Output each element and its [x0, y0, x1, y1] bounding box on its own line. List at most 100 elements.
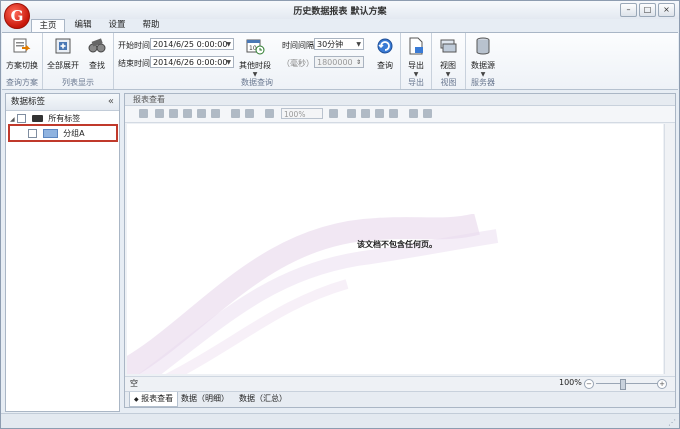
other-period-label: 其他时段 [239, 61, 271, 70]
report-bottom-tabs: ◆ 报表查看 数据（明细） 数据（汇总） [125, 391, 675, 407]
next-page-icon[interactable] [375, 109, 384, 118]
window-status-bar: ⋰ [1, 413, 679, 428]
find-button[interactable]: 查找 [83, 36, 111, 71]
title-bar: 历史数据报表 默认方案 – □ × [1, 1, 679, 19]
refresh-icon [377, 38, 393, 54]
tree-item-label: 所有标签 [48, 114, 81, 123]
zoom-in-icon[interactable] [329, 109, 338, 118]
data-tags-panel: 数据标签 « ◢ 所有标签 分组A [5, 93, 120, 412]
group-scheme-caption: 查询方案 [6, 78, 38, 87]
find-label: 查找 [89, 61, 105, 70]
end-time-value: 2014/6/26 0:00:00 [153, 58, 228, 67]
scheme-switch-button[interactable]: 方案切换 [5, 36, 39, 71]
data-tags-title: 数据标签 [11, 97, 46, 107]
milliseconds-value: 1800000 [317, 58, 353, 67]
group-view: 视图 ▼ 视图 [432, 33, 466, 89]
binoculars-icon[interactable] [139, 109, 148, 118]
page-setup-icon[interactable] [197, 109, 206, 118]
report-toolbar: 100% [125, 106, 675, 123]
previous-page-icon[interactable] [361, 109, 370, 118]
tab-settings[interactable]: 设置 [105, 19, 129, 32]
expand-all-button[interactable]: 全部展开 [45, 36, 81, 71]
resize-grip-icon[interactable]: ⋰ [668, 418, 676, 427]
app-window: 历史数据报表 默认方案 – □ × G 主页 编辑 设置 帮助 方案切换 查询方… [0, 0, 680, 429]
scheme-switch-icon [13, 38, 31, 53]
zoom-in-button[interactable]: + [657, 379, 667, 389]
status-page-text: 空 [130, 379, 138, 388]
tab-help[interactable]: 帮助 [139, 19, 163, 32]
interval-value: 30分钟 [317, 40, 344, 49]
first-page-icon[interactable] [347, 109, 356, 118]
quick-print-icon[interactable] [183, 109, 192, 118]
database-icon [476, 37, 490, 55]
datasource-button[interactable]: 数据源 ▼ [469, 36, 497, 78]
report-status-bar: 空 100% − + [125, 376, 675, 391]
tab-report-view[interactable]: ◆ 报表查看 [129, 392, 179, 407]
stepper-arrows-icon: ⇕ [355, 59, 361, 66]
interval-select[interactable]: 30分钟 ▼ [314, 38, 364, 50]
binoculars-icon [88, 38, 106, 53]
data-tags-header: 数据标签 « [6, 94, 119, 111]
collapse-panel-icon[interactable]: « [108, 94, 114, 110]
interval-label: 时间间隔 [282, 41, 314, 50]
group-list-caption: 列表显示 [62, 78, 94, 87]
maximize-button[interactable]: □ [639, 3, 656, 17]
print-icon[interactable] [169, 109, 178, 118]
group-scheme: 方案切换 查询方案 [2, 33, 43, 89]
zoom-select[interactable]: 100% [281, 108, 323, 119]
group-export: 导出 ▼ 导出 [401, 33, 432, 89]
export-button[interactable]: 导出 ▼ [403, 36, 429, 78]
group-view-caption: 视图 [440, 78, 457, 87]
tab-home[interactable]: 主页 [31, 19, 65, 33]
export-document-icon [409, 37, 423, 55]
start-time-label: 开始时间 [118, 41, 150, 50]
open-icon[interactable] [155, 109, 164, 118]
minimize-button[interactable]: – [620, 3, 637, 17]
milliseconds-stepper[interactable]: 1800000 ⇕ [314, 56, 364, 68]
tab-label: 报表查看 [141, 394, 174, 403]
report-document-area[interactable]: 该文档不包含任何页。 [127, 124, 663, 374]
query-button[interactable]: 查询 [372, 36, 398, 71]
other-period-button[interactable]: 10 其他时段 ▼ [238, 36, 272, 78]
zoom-slider-track[interactable] [596, 383, 662, 384]
export-label: 导出 [408, 61, 424, 70]
view-button[interactable]: 视图 ▼ [435, 36, 461, 78]
zoom-slider-thumb[interactable] [620, 379, 626, 390]
close-button[interactable]: × [658, 3, 675, 17]
end-time-label: 结束时间 [118, 59, 150, 68]
start-time-picker[interactable]: 2014/6/25 0:00:00 ▼ [150, 38, 234, 50]
group-data-query: 开始时间 2014/6/25 0:00:00 ▼ 结束时间 2014/6/26 … [114, 33, 401, 89]
header-footer-icon[interactable] [211, 109, 220, 118]
zoom-select-value: 100% [284, 110, 306, 119]
watermark-icon[interactable] [423, 109, 432, 118]
datasource-label: 数据源 [471, 61, 495, 70]
hand-tool-icon[interactable] [231, 109, 240, 118]
group-server: 数据源 ▼ 服务器 [466, 33, 500, 89]
window-title: 历史数据报表 默认方案 [293, 7, 387, 17]
tree-expand-icon[interactable]: ◢ [10, 116, 15, 123]
zoom-out-icon[interactable] [265, 109, 274, 118]
chevron-down-icon: ▼ [226, 41, 231, 48]
view-label: 视图 [440, 61, 456, 70]
tab-edit[interactable]: 编辑 [71, 19, 95, 32]
app-logo-icon[interactable]: G [4, 3, 30, 29]
tab-bullet-icon: ◆ [134, 396, 139, 403]
ribbon: 方案切换 查询方案 全部展开 查找 列表显示 开始时间 2014/6/25 0:… [2, 32, 678, 90]
checkbox[interactable] [17, 114, 27, 123]
tab-data-detail[interactable]: 数据（明细） [177, 392, 233, 406]
zoom-out-button[interactable]: − [584, 379, 594, 389]
view-layers-icon [440, 39, 457, 53]
group-data-query-caption: 数据查询 [241, 78, 273, 87]
empty-document-message: 该文档不包含任何页。 [357, 240, 437, 249]
group-export-caption: 导出 [408, 78, 424, 87]
multi-page-icon[interactable] [409, 109, 418, 118]
group-list: 全部展开 查找 列表显示 [43, 33, 114, 89]
magnifier-icon[interactable] [245, 109, 254, 118]
vertical-scrollbar[interactable] [664, 124, 674, 374]
tab-data-summary[interactable]: 数据（汇总） [235, 392, 291, 406]
tag-folder-icon [31, 115, 43, 122]
end-time-picker[interactable]: 2014/6/26 0:00:00 ▼ [150, 56, 234, 68]
panel-splitter[interactable] [119, 93, 123, 410]
last-page-icon[interactable] [389, 109, 398, 118]
chevron-down-icon: ▼ [226, 59, 231, 66]
